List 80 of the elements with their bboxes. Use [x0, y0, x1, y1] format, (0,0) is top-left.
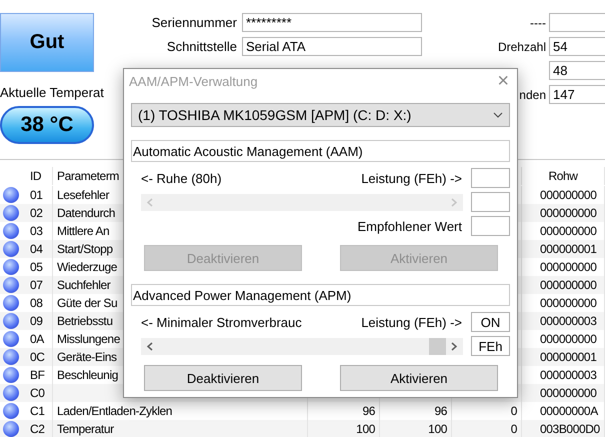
- table-cell: Datendurch: [57, 206, 116, 220]
- status-orb-icon: [3, 259, 19, 275]
- table-cell: Güte der Su: [57, 296, 118, 310]
- table-cell: 04: [26, 240, 53, 258]
- temperature-label: Aktuelle Temperat: [0, 85, 104, 100]
- column-header[interactable]: Parameterm: [57, 169, 120, 183]
- dialog-title: AAM/APM-Verwaltung: [129, 74, 258, 88]
- table-cell: 000000000: [522, 204, 605, 222]
- field-label: Seriennummer: [150, 15, 238, 30]
- table-cell: 000000000: [522, 276, 605, 294]
- status-orb-icon: [3, 295, 19, 311]
- table-cell: 07: [26, 276, 53, 294]
- table-cell: 0C: [26, 348, 53, 366]
- status-orb-icon: [3, 421, 19, 437]
- status-field: ON: [471, 312, 510, 332]
- status-orb-icon: [3, 187, 19, 203]
- slider-min-label: <- Ruhe (80h): [141, 170, 222, 186]
- status-orb-icon: [3, 313, 19, 329]
- table-cell: Mittlere An: [57, 224, 110, 238]
- table-cell: Suchfehler: [57, 278, 110, 292]
- value-field: Serial ATA: [242, 37, 422, 56]
- health-status-button[interactable]: Gut: [0, 13, 94, 72]
- field-label: ----: [530, 16, 546, 30]
- deactivate-button[interactable]: Deaktivieren: [144, 365, 302, 391]
- field-label: nden: [519, 88, 546, 102]
- value-field: 54: [549, 37, 605, 56]
- table-cell: 100: [380, 420, 452, 437]
- caret-icon: [493, 112, 503, 118]
- status-orb-icon: [3, 223, 19, 239]
- status-orb-icon: [3, 403, 19, 419]
- table-cell: 003B000D0: [522, 420, 605, 437]
- table-cell: 02: [26, 204, 53, 222]
- status-field: [471, 168, 510, 188]
- slider-max-label: Leistung (FEh) ->: [361, 170, 462, 186]
- slider-thumb[interactable]: [428, 338, 446, 354]
- table-cell: C0: [26, 384, 53, 402]
- value-field: 147: [549, 85, 605, 104]
- value-field: [549, 13, 605, 32]
- table-cell: 09: [26, 312, 53, 330]
- status-orb-icon: [3, 331, 19, 347]
- table-cell: 000000003: [522, 312, 605, 330]
- table-cell: 000000001: [522, 240, 605, 258]
- table-cell: Beschleunig: [57, 368, 118, 382]
- activate-button[interactable]: Aktivieren: [340, 365, 498, 391]
- value-field: 48: [549, 61, 605, 80]
- recommended-label: Empfohlener Wert: [357, 218, 462, 234]
- table-cell: C2: [26, 420, 53, 437]
- value-field: [471, 192, 510, 212]
- table-cell: Wiederzuge: [57, 260, 118, 274]
- table-cell: Laden/Entladen-Zyklen: [57, 404, 172, 418]
- value-slider[interactable]: [141, 338, 463, 354]
- field-label: Schnittstelle: [166, 39, 238, 54]
- table-cell: Geräte-Eins: [57, 350, 117, 364]
- table-cell: 000000001: [522, 348, 605, 366]
- table-cell: 000000000: [522, 384, 605, 402]
- table-cell: Start/Stopp: [57, 242, 113, 256]
- table-cell: Misslungene: [57, 332, 120, 346]
- table-cell: Betriebsstu: [57, 314, 113, 328]
- temperature-badge: 38 °C: [0, 106, 94, 144]
- value-field: *********: [242, 13, 422, 32]
- drive-dropdown[interactable]: (1) TOSHIBA MK1059GSM [APM] (C: D: X:): [131, 103, 510, 127]
- table-cell: 100: [308, 420, 380, 437]
- table-cell: Lesefehler: [57, 188, 110, 202]
- status-orb-icon: [3, 385, 19, 401]
- column-header[interactable]: Rohw: [548, 169, 578, 183]
- column-header[interactable]: ID: [30, 169, 42, 183]
- field-label: Drehzahl: [498, 40, 546, 54]
- section-heading: Advanced Power Management (APM): [131, 284, 510, 306]
- table-cell: Temperatur: [57, 422, 114, 436]
- status-orb-icon: [3, 349, 19, 365]
- section-heading: Automatic Acoustic Management (AAM): [131, 140, 510, 162]
- status-orb-icon: [3, 367, 19, 383]
- status-orb-icon: [3, 277, 19, 293]
- table-cell: 0: [452, 420, 522, 437]
- slider-min-label: <- Minimaler Stromverbrauc: [141, 314, 302, 330]
- slider-max-label: Leistung (FEh) ->: [361, 314, 462, 330]
- value-field: FEh: [471, 336, 510, 356]
- status-orb-icon: [3, 205, 19, 221]
- value-field: [471, 216, 510, 236]
- status-orb-icon: [3, 241, 19, 257]
